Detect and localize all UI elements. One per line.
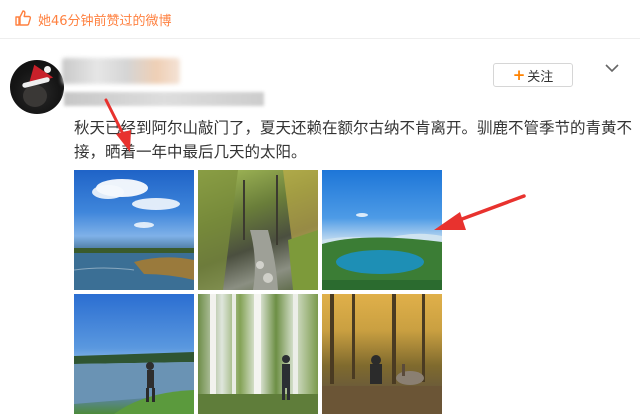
post-text: 秋天已经到阿尔山敲门了，夏天还赖在额尔古纳不肯离开。驯鹿不管季节的青黄不接，晒着…	[74, 119, 633, 161]
follow-button[interactable]: + 关注	[493, 63, 573, 87]
photo-reindeer-camp[interactable]	[322, 294, 442, 414]
santa-hat-pom	[44, 66, 51, 73]
annotation-arrow-photo	[434, 194, 526, 230]
photo-river-person[interactable]	[74, 294, 194, 414]
liked-time-text: 她46分钟前赞过的微博	[38, 14, 172, 29]
follow-label: 关注	[527, 69, 554, 85]
liked-activity-bar: 她46分钟前赞过的微博	[0, 0, 640, 38]
photo-blue-lake[interactable]	[322, 170, 442, 290]
annotation-arrow-text	[104, 98, 131, 152]
post-meta-blurred	[64, 92, 264, 106]
avatar[interactable]	[10, 60, 64, 114]
thumbs-up-icon	[15, 10, 32, 26]
avatar-face	[23, 85, 47, 107]
photo-birch-forest[interactable]	[198, 294, 318, 414]
divider	[0, 38, 640, 39]
photo-lake-clouds[interactable]	[74, 170, 194, 290]
plus-icon: +	[512, 66, 526, 84]
chevron-down-icon[interactable]	[604, 60, 620, 76]
username-blurred[interactable]	[62, 58, 180, 84]
photo-forest-stream[interactable]	[198, 170, 318, 290]
